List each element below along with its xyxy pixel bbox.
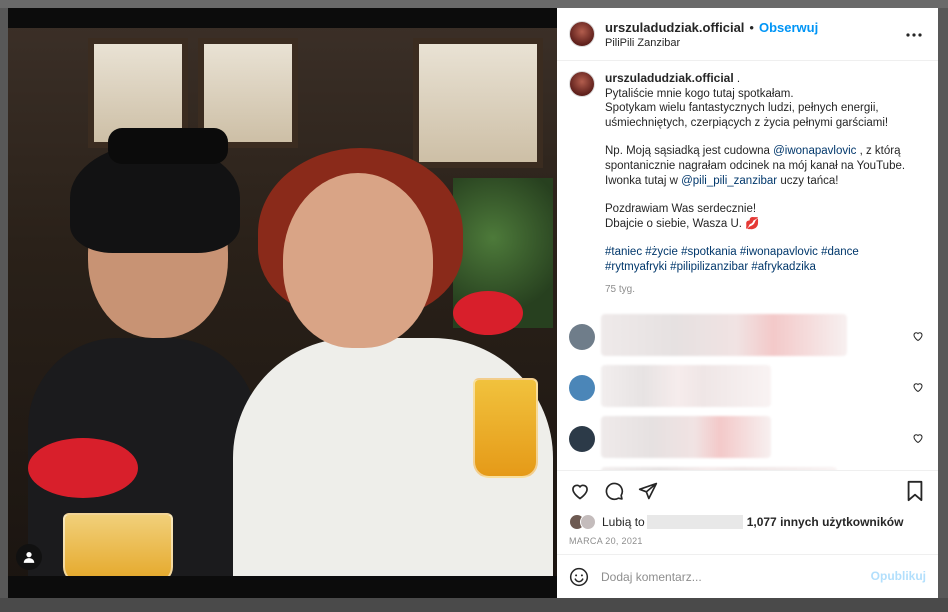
follow-button[interactable]: Obserwuj (759, 20, 818, 35)
share-button[interactable] (637, 480, 659, 502)
comment-redacted (601, 365, 771, 408)
comment-item (569, 413, 924, 464)
header-text: urszuladudziak.official • Obserwuj PiliP… (605, 20, 818, 49)
backdrop-top (0, 0, 948, 8)
like-button[interactable] (569, 480, 591, 502)
mention-link[interactable]: @iwonapavlovic (773, 145, 856, 157)
comment-redacted (601, 416, 771, 459)
publish-button[interactable]: Opublikuj (871, 569, 926, 583)
add-comment-bar: Opublikuj (557, 554, 938, 598)
caption-text: uczy tańca! (777, 174, 839, 187)
flower-right (453, 291, 523, 335)
heart-icon (572, 484, 588, 499)
window-pane (413, 38, 543, 168)
share-icon (638, 482, 658, 499)
likes-summary: Lubią to 1,077 innych użytkowników (557, 510, 938, 534)
caption-username[interactable]: urszuladudziak.official (605, 71, 734, 85)
comment-button[interactable] (603, 480, 625, 502)
cocktail-glass-left (63, 513, 173, 583)
separator-dot: • (749, 19, 754, 35)
post-modal: urszuladudziak.official • Obserwuj PiliP… (8, 8, 938, 598)
caption-text: Iwonka tutaj w (605, 174, 682, 187)
emoji-icon[interactable] (569, 567, 589, 587)
comment-avatar[interactable] (569, 425, 595, 452)
header-row: urszuladudziak.official • Obserwuj (605, 20, 818, 35)
caption-line: uśmiechniętych, czerpiących z życia pełn… (605, 116, 889, 129)
post-date: MARCA 20, 2021 (569, 536, 643, 546)
caption-line: Pytaliście mnie kogo tutaj spotkałam. (605, 87, 794, 100)
bookmark-icon[interactable] (904, 480, 926, 502)
more-icon (906, 33, 922, 37)
hashtags[interactable]: #taniec #życie #spotkania #iwonapavlovic… (605, 245, 905, 260)
caption-first-line: urszuladudziak.official . (605, 71, 905, 87)
author-avatar[interactable] (569, 21, 595, 47)
cocktail-glass-right (473, 378, 538, 478)
comment-item (569, 362, 924, 413)
comment-redacted (601, 314, 847, 357)
post-header: urszuladudziak.official • Obserwuj PiliP… (557, 8, 938, 61)
mention-link[interactable]: @pili_pili_zanzibar (681, 175, 777, 187)
comment-like-icon[interactable] (912, 381, 924, 393)
caption-avatar[interactable] (569, 71, 595, 97)
action-bar (557, 470, 938, 510)
tagged-users-button[interactable] (16, 544, 42, 570)
comment-icon (605, 482, 624, 500)
caption-text: , z którą (856, 145, 901, 158)
comment-input[interactable] (601, 569, 851, 584)
caption-line: Dbajcie o siebie, Wasza U. 💋 (605, 217, 760, 230)
caption-line: Spotykam wielu fantastycznych ludzi, peł… (605, 102, 879, 115)
backdrop-bottom (0, 598, 948, 612)
user-icon (23, 552, 35, 563)
hashtags[interactable]: #rytmyafryki #pilipilizanzibar #afrykadz… (605, 260, 905, 275)
likes-prefix: Lubią to (602, 515, 645, 529)
caption-body: urszuladudziak.official . Pytaliście mni… (605, 71, 905, 297)
location-link[interactable]: PiliPili Zanzibar (605, 37, 818, 49)
caption-time-ago: 75 tyg. (605, 283, 636, 295)
comment-avatar[interactable] (569, 323, 595, 350)
more-options-button[interactable] (904, 25, 924, 45)
photo-bottom-bar (8, 576, 557, 598)
flower-left (28, 438, 138, 498)
comment-item (569, 311, 924, 362)
person-right-face (283, 173, 433, 348)
comments-scroll-area[interactable]: urszuladudziak.official . Pytaliście mni… (557, 61, 938, 470)
comment-like-icon[interactable] (912, 330, 924, 342)
photo-top-bar (8, 8, 557, 28)
liker-avatar (580, 514, 596, 530)
liker-avatars[interactable] (569, 514, 596, 530)
liker-redacted (646, 515, 743, 529)
caption-line: Pozdrawiam Was serdecznie! (605, 203, 757, 216)
caption-line: Iwonka tutaj w @pili_pili_zanzibar uczy … (605, 174, 905, 189)
post-sidebar: urszuladudziak.official • Obserwuj PiliP… (557, 8, 938, 598)
caption-text: Np. Moją sąsiadką jest cudowna (605, 145, 774, 158)
post-caption: urszuladudziak.official . Pytaliście mni… (569, 71, 924, 297)
caption-line: spontanicznie nagrałam odcinek na mój ka… (605, 159, 906, 172)
caption-line: Np. Moją sąsiadką jest cudowna @iwonapav… (605, 144, 905, 159)
comment-avatar[interactable] (569, 374, 595, 401)
comments-list (569, 311, 924, 470)
caption-trail: . (733, 73, 741, 85)
author-username[interactable]: urszuladudziak.official (605, 20, 744, 35)
sunglasses (108, 128, 228, 164)
post-photo[interactable] (8, 8, 557, 598)
likes-count-link[interactable]: 1,077 innych użytkowników (747, 515, 904, 529)
comment-like-icon[interactable] (912, 432, 924, 444)
